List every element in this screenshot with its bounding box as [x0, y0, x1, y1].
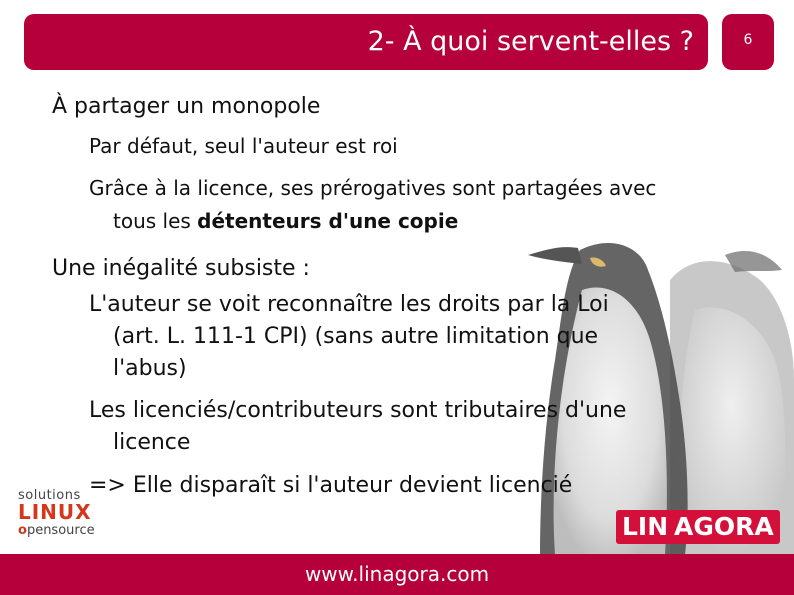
slide-title: 2- À quoi servent-elles ? [367, 26, 694, 57]
item-licence-line2-bold: détenteurs d'une copie [197, 209, 459, 233]
item-auteur-droits-line2: (art. L. 111-1 CPI) (sans autre limitati… [113, 324, 599, 349]
page-number-box: 6 [722, 14, 774, 70]
linagora-logo-lin: LIN [622, 512, 669, 541]
title-bar: 2- À quoi servent-elles ? [24, 14, 708, 70]
logo-opensource-text: opensource [18, 523, 95, 538]
logo-opensource-o: o [18, 523, 27, 538]
penguin-background-image [528, 242, 794, 555]
page-number: 6 [743, 32, 753, 48]
heading-inegalite: Une inégalité subsiste : [52, 256, 310, 281]
item-licence-line2: tous les détenteurs d'une copie [113, 209, 458, 233]
logo-opensource-rest: pensource [26, 523, 95, 538]
footer-bar: www.linagora.com [0, 554, 794, 595]
item-auteur-droits-line3: l'abus) [113, 356, 187, 381]
footer-url: www.linagora.com [304, 562, 490, 586]
linagora-logo: LIN AGORA [616, 510, 780, 544]
item-disparait: => Elle disparaît si l'auteur devient li… [89, 473, 573, 498]
item-licence-line1: Grâce à la licence, ses prérogatives son… [89, 176, 657, 200]
logo-linux-text: LINUX [18, 500, 92, 524]
linagora-logo-agora: AGORA [674, 512, 774, 541]
item-auteur-droits-line1: L'auteur se voit reconnaître les droits … [89, 292, 609, 317]
solutions-linux-logo: solutions LINUX opensource [16, 488, 108, 544]
item-licencies-line1: Les licenciés/contributeurs sont tributa… [89, 398, 627, 423]
item-auteur-roi: Par défaut, seul l'auteur est roi [89, 134, 398, 158]
item-licencies-line2: licence [113, 430, 191, 455]
item-licence-line2-text: tous les [113, 209, 198, 233]
heading-monopole: À partager un monopole [52, 94, 321, 119]
